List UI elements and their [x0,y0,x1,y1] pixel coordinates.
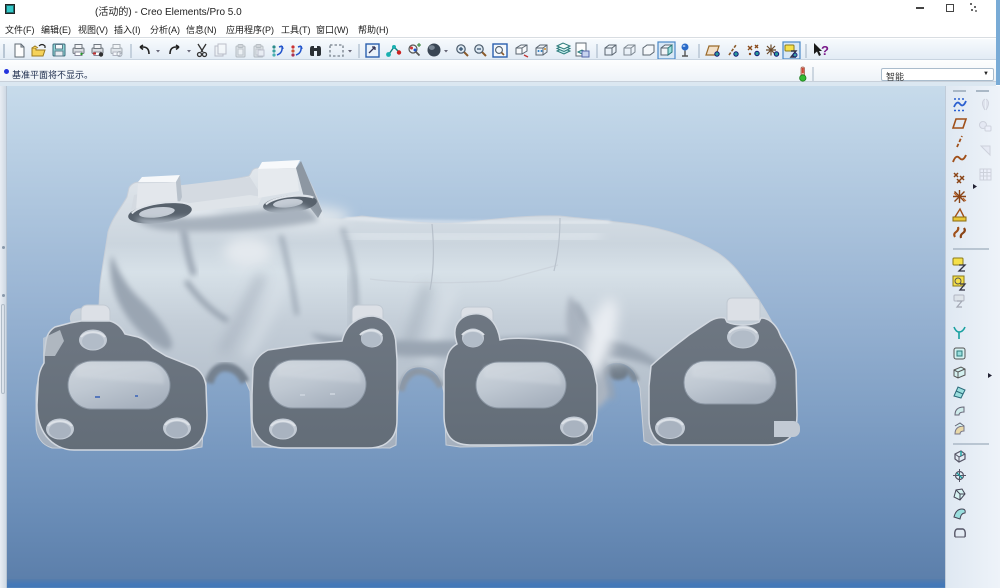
svg-text:?: ? [821,43,829,58]
